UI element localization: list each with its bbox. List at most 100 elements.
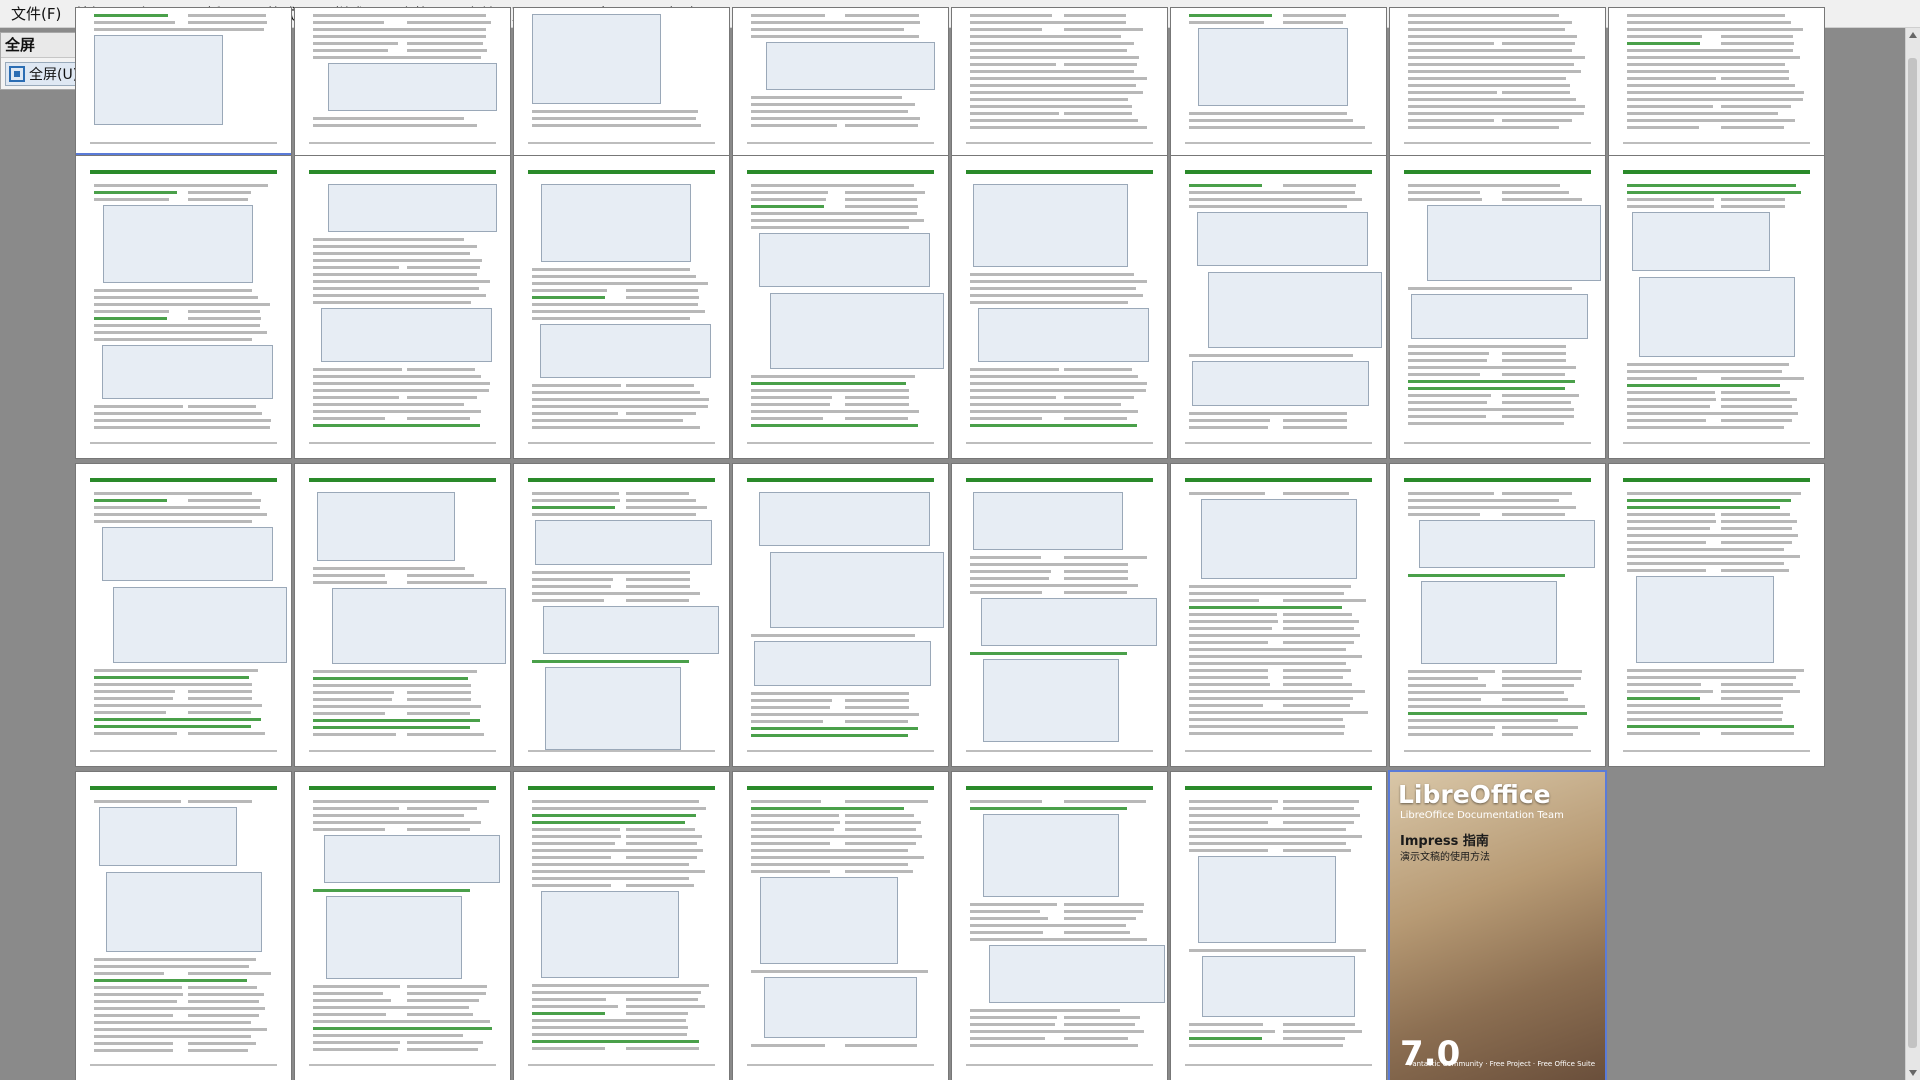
page-thumbnail[interactable] <box>514 8 729 158</box>
text-line <box>1408 359 1487 362</box>
text-line <box>532 384 621 387</box>
text-line <box>970 938 1147 941</box>
text-line <box>1627 398 1716 401</box>
page-thumbnail[interactable] <box>295 464 510 766</box>
text-line <box>1189 126 1365 129</box>
text-line <box>970 98 1128 101</box>
text-line <box>751 403 830 406</box>
text-line <box>1408 191 1480 194</box>
text-line <box>313 821 481 824</box>
text-line <box>94 800 181 803</box>
text-line <box>1408 198 1482 201</box>
text-line <box>1627 126 1699 129</box>
page-thumbnail[interactable] <box>733 8 948 158</box>
page-thumbnail[interactable] <box>76 772 291 1080</box>
page-thumbnail[interactable] <box>76 464 291 766</box>
text-line <box>1189 800 1278 803</box>
text-line <box>313 567 465 570</box>
page-thumbnail[interactable] <box>1171 464 1386 766</box>
scroll-up-arrow-icon[interactable] <box>1909 32 1917 38</box>
text-line <box>1502 513 1565 516</box>
page-thumbnail[interactable] <box>295 772 510 1080</box>
text-line <box>845 699 909 702</box>
text-line <box>1189 606 1342 609</box>
page-thumbnail[interactable] <box>514 464 729 766</box>
text-line <box>94 704 262 707</box>
vertical-scrollbar[interactable] <box>1905 28 1920 1080</box>
text-line <box>751 191 828 194</box>
text-line <box>313 49 388 52</box>
page-thumbnail[interactable] <box>733 156 948 458</box>
text-line <box>1502 359 1566 362</box>
page-thumbnail[interactable] <box>1609 464 1824 766</box>
page-footer-rule <box>966 142 1153 144</box>
page-thumbnail[interactable] <box>952 772 1167 1080</box>
page-footer-rule <box>309 1064 496 1066</box>
text-line <box>1189 492 1265 495</box>
page-thumbnail[interactable] <box>952 464 1167 766</box>
page-thumbnail[interactable] <box>514 156 729 458</box>
page-thumbnail[interactable] <box>1390 156 1605 458</box>
page-thumbnail[interactable] <box>1609 156 1824 458</box>
page-thumbnail[interactable] <box>76 156 291 458</box>
text-line <box>751 835 922 838</box>
page-figure <box>1421 581 1557 664</box>
page-thumbnail[interactable] <box>733 464 948 766</box>
fullscreen-button[interactable]: 全屏(U) <box>5 62 87 86</box>
document-workspace[interactable]: LibreOffice LibreOffice Documentation Tea… <box>76 8 1906 1080</box>
text-line <box>313 1027 492 1030</box>
page-thumbnail[interactable] <box>1171 772 1386 1080</box>
page-thumbnail[interactable] <box>1390 464 1605 766</box>
text-line <box>1721 377 1804 380</box>
page-header-rule <box>1623 478 1810 482</box>
page-thumbnail[interactable] <box>295 156 510 458</box>
page-thumbnail[interactable] <box>514 772 729 1080</box>
page-figure <box>1202 956 1355 1017</box>
page-thumbnail[interactable] <box>733 772 948 1080</box>
text-line <box>1408 401 1487 404</box>
text-line <box>751 734 908 737</box>
text-line <box>94 697 173 700</box>
text-line <box>1502 684 1574 687</box>
text-line <box>532 124 701 127</box>
page-figure <box>1208 272 1382 348</box>
text-line <box>751 849 908 852</box>
scrollbar-thumb[interactable] <box>1908 58 1917 1048</box>
page-thumbnail[interactable] <box>952 8 1167 158</box>
text-line <box>845 842 916 845</box>
text-line <box>313 273 477 276</box>
text-line <box>188 21 267 24</box>
text-line <box>532 391 700 394</box>
scroll-down-arrow-icon[interactable] <box>1909 1070 1917 1076</box>
text-line <box>970 424 1137 427</box>
text-line <box>751 699 832 702</box>
text-line <box>1408 691 1564 694</box>
page-figure <box>989 945 1165 1003</box>
page-thumbnail[interactable] <box>1609 8 1824 158</box>
menu-item[interactable]: 文件(F) <box>4 0 68 28</box>
text-line <box>94 979 247 982</box>
text-line <box>751 634 915 637</box>
page-thumbnail[interactable] <box>1171 8 1386 158</box>
text-line <box>1064 14 1126 17</box>
text-line <box>626 506 707 509</box>
text-line <box>970 410 1138 413</box>
cover-page[interactable]: LibreOffice LibreOffice Documentation Tea… <box>1390 772 1605 1080</box>
page-thumbnail[interactable] <box>295 8 510 158</box>
text-line <box>532 506 615 509</box>
page-thumbnail[interactable] <box>952 156 1167 458</box>
text-line <box>1408 70 1581 73</box>
text-line <box>1627 28 1803 31</box>
text-line <box>751 28 904 31</box>
page-thumbnail[interactable] <box>76 8 291 158</box>
page-thumbnail[interactable] <box>1390 8 1605 158</box>
text-line <box>751 410 919 413</box>
text-line <box>1627 35 1702 38</box>
text-line <box>845 417 908 420</box>
page-footer-rule <box>90 750 277 752</box>
text-line <box>532 998 606 1001</box>
page-header-rule <box>528 786 715 790</box>
text-line <box>1627 704 1781 707</box>
page-thumbnail[interactable] <box>1171 156 1386 458</box>
text-line <box>1408 35 1577 38</box>
